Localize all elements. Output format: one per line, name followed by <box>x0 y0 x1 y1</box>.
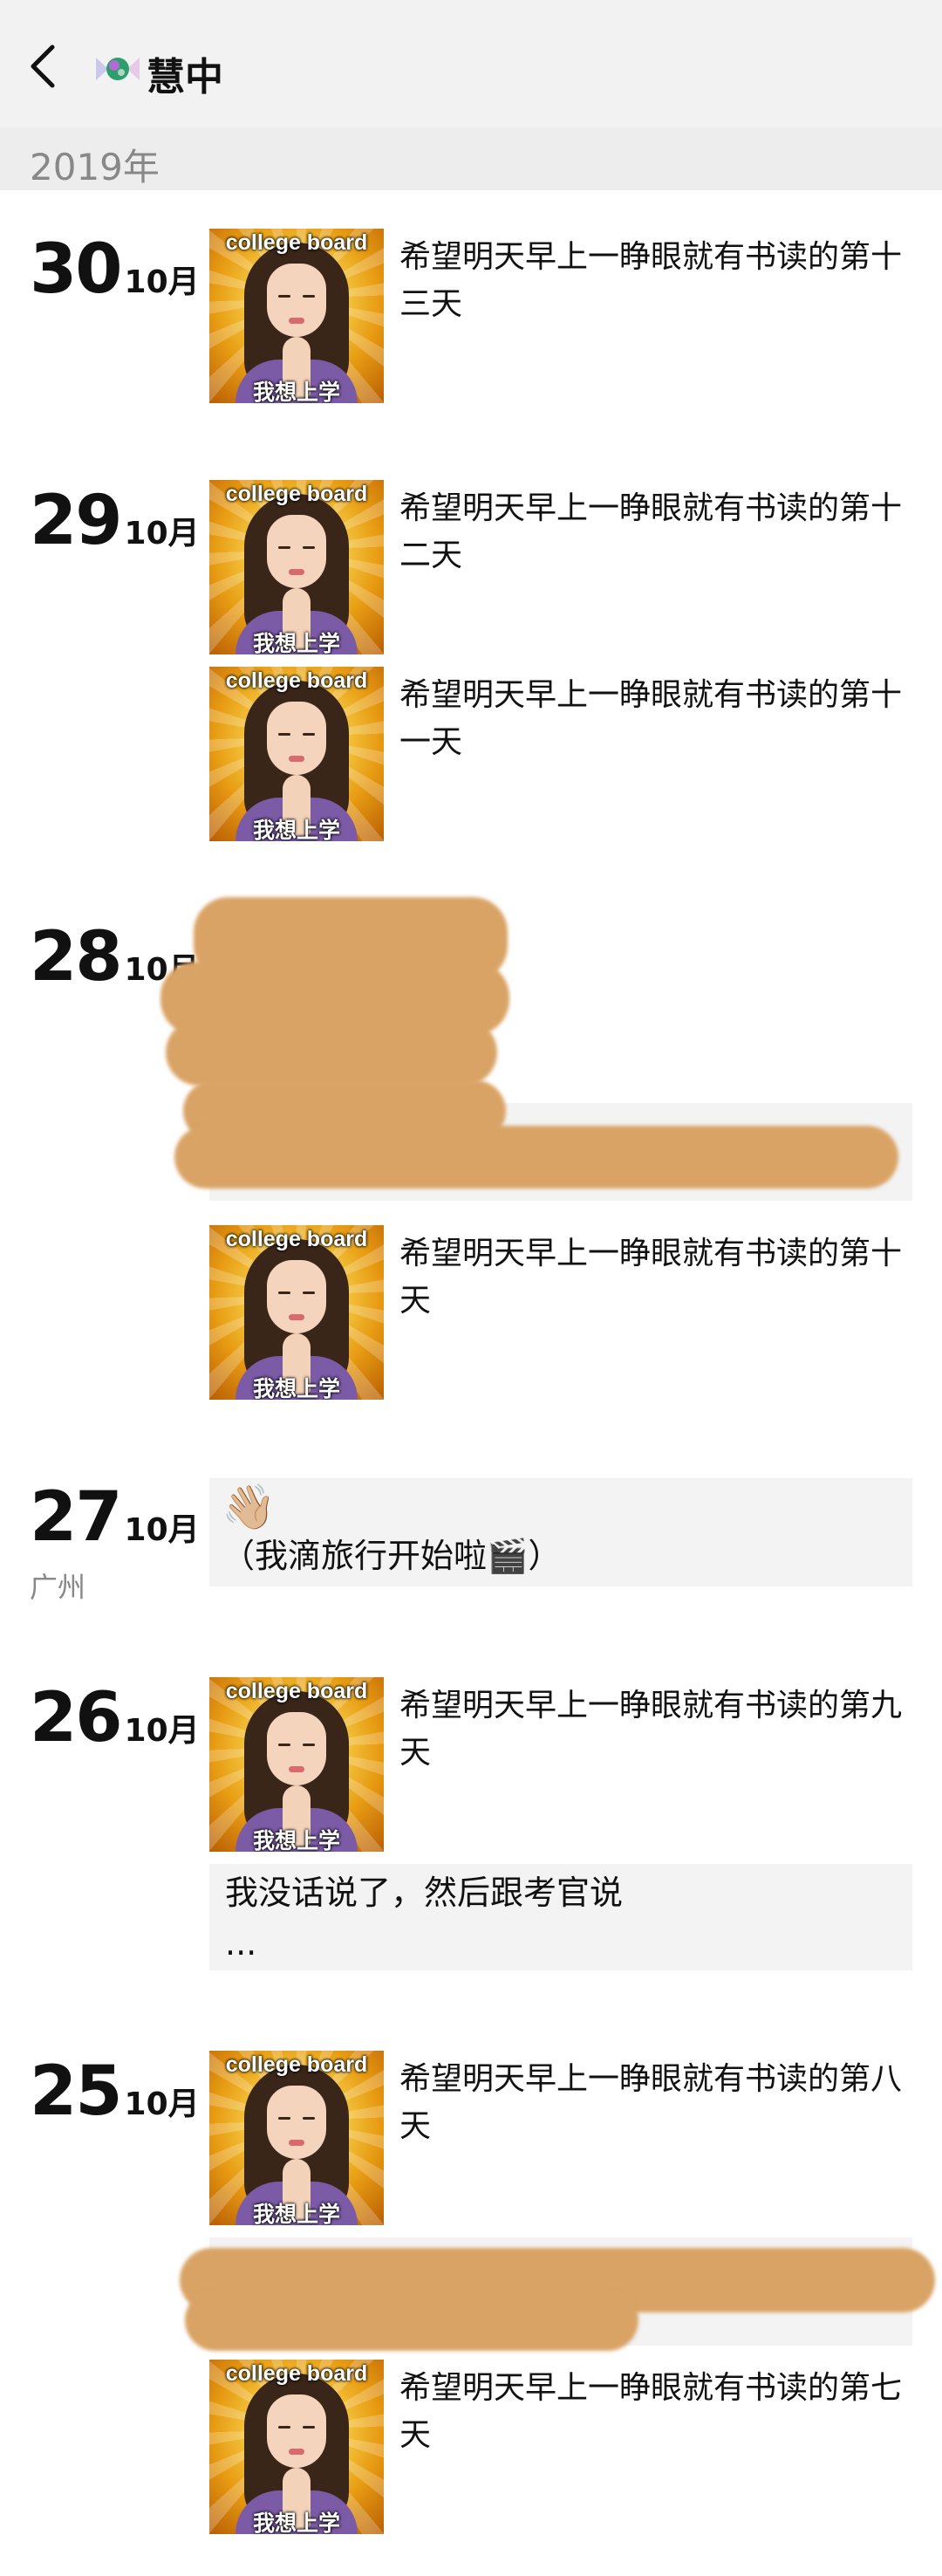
chevron-left-icon <box>31 45 55 88</box>
date-day: 27 <box>30 1478 123 1557</box>
date-day: 28 <box>30 918 123 997</box>
entry-date: 26 10月 <box>30 1679 200 1757</box>
thumbnail-caption-top: college board <box>225 668 368 693</box>
post-text: 希望明天早上一睁眼就有书读的第十三天 <box>399 239 903 322</box>
date-month: 10月 <box>124 516 200 552</box>
entry-date: 25 10月 <box>30 2052 200 2131</box>
post-thumbnail[interactable]: college board 我想上学 <box>209 2360 384 2534</box>
date-month: 10月 <box>124 264 200 300</box>
post-thumbnail[interactable]: college board 我想上学 <box>209 480 384 654</box>
thumbnail-caption-bottom: 我想上学 <box>252 1376 340 1400</box>
post-thumbnail[interactable]: college board 我想上学 <box>209 2051 384 2225</box>
text-post[interactable]: 我没话说了，然后跟考官说 ... <box>209 1864 912 1970</box>
image-post[interactable]: college board 我想上学 希望明天早上一睁眼就有书读的第九天 <box>209 1677 912 1852</box>
date-day: 30 <box>30 230 123 309</box>
thumbnail-caption-bottom: 我想上学 <box>252 380 340 403</box>
thumbnail-caption-bottom: 我想上学 <box>252 1828 340 1852</box>
redaction-mark <box>185 2290 638 2351</box>
location-label: 广州 <box>30 1571 86 1604</box>
post-thumbnail[interactable]: college board 我想上学 <box>209 1677 384 1852</box>
post-thumbnail[interactable]: college board 我想上学 <box>209 1225 384 1400</box>
thumbnail-caption-top: college board <box>225 230 368 255</box>
year-label: 2019年 <box>30 146 160 188</box>
entry-date: 29 10月 <box>30 482 200 560</box>
redaction-mark <box>174 1126 898 1189</box>
image-post[interactable]: college board 我想上学 希望明天早上一睁眼就有书读的第八天 <box>209 2051 912 2225</box>
image-post[interactable]: college board 我想上学 希望明天早上一睁眼就有书读的第十天 <box>209 1225 912 1400</box>
thumbnail-caption-top: college board <box>225 1227 368 1251</box>
entry-date: 30 10月 <box>30 230 200 309</box>
thumbnail-caption-bottom: 我想上学 <box>252 2202 340 2225</box>
thumbnail-caption-top: college board <box>225 1679 368 1703</box>
post-text: 希望明天早上一睁眼就有书读的第十二天 <box>399 490 903 573</box>
page-title: 慧中 <box>147 55 223 99</box>
year-section-header: 2019年 <box>0 127 942 190</box>
post-text: （我滴旅行开始啦🎬） <box>222 1537 562 1575</box>
waving-hand-icon: 👋🏼 <box>222 1482 276 1532</box>
date-day: 29 <box>30 482 123 560</box>
post-thumbnail[interactable]: college board 我想上学 <box>209 667 384 841</box>
post-text: 希望明天早上一睁眼就有书读的第十一天 <box>399 677 903 760</box>
image-post[interactable]: college board 我想上学 希望明天早上一睁眼就有书读的第十二天 <box>209 480 912 654</box>
top-nav-bar: 慧中 <box>0 0 942 128</box>
date-month: 10月 <box>124 2086 200 2122</box>
image-post[interactable]: college board 我想上学 希望明天早上一睁眼就有书读的第七天 <box>209 2360 912 2534</box>
back-button[interactable] <box>26 42 70 94</box>
candy-icon <box>94 52 141 86</box>
post-text: 希望明天早上一睁眼就有书读的第九天 <box>399 1688 903 1771</box>
date-day: 26 <box>30 1679 123 1757</box>
post-text: 我没话说了，然后跟考官说 <box>225 1874 624 1912</box>
post-text-ellipsis: ... <box>225 1924 257 1963</box>
thumbnail-caption-bottom: 我想上学 <box>252 631 340 654</box>
post-text: 希望明天早上一睁眼就有书读的第七天 <box>399 2370 903 2453</box>
date-month: 10月 <box>124 1512 200 1548</box>
post-text: 希望明天早上一睁眼就有书读的第十天 <box>399 1236 903 1319</box>
date-day: 25 <box>30 2052 123 2131</box>
image-post[interactable]: college board 我想上学 希望明天早上一睁眼就有书读的第十一天 <box>209 667 912 841</box>
entry-date: 27 10月 <box>30 1478 200 1557</box>
thumbnail-caption-top: college board <box>225 2361 368 2386</box>
redaction-mark <box>166 1019 497 1086</box>
post-text: 希望明天早上一睁眼就有书读的第八天 <box>399 2061 903 2144</box>
thumbnail-caption-top: college board <box>225 2052 368 2077</box>
image-post[interactable]: college board 我想上学 希望明天早上一睁眼就有书读的第十三天 <box>209 229 912 403</box>
thumbnail-caption-bottom: 我想上学 <box>252 2511 340 2534</box>
post-thumbnail[interactable]: college board 我想上学 <box>209 229 384 403</box>
date-month: 10月 <box>124 1713 200 1749</box>
text-post[interactable]: 👋🏼 （我滴旅行开始啦🎬） <box>209 1478 912 1586</box>
thumbnail-caption-top: college board <box>225 482 368 506</box>
thumbnail-caption-bottom: 我想上学 <box>252 818 340 841</box>
